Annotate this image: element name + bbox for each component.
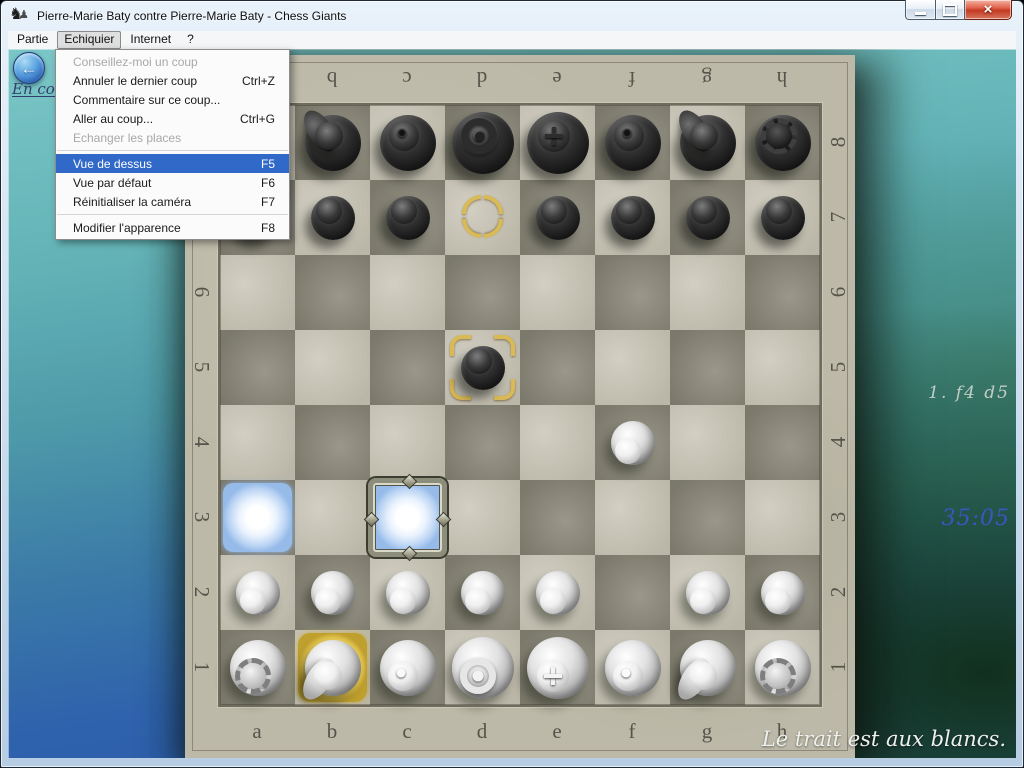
rank-label-left-3: 3 — [187, 502, 217, 532]
maximize-button[interactable] — [936, 0, 965, 20]
file-label-bottom-a: a — [242, 716, 272, 746]
menu-item[interactable]: Réinitialiser la caméra F7 — [56, 192, 289, 211]
file-label-top-e: e — [542, 64, 572, 94]
menu-item[interactable]: Vue de dessus F5 — [56, 154, 289, 173]
rank-label-right-8: 8 — [823, 127, 853, 157]
menu-item-shortcut: F5 — [237, 157, 275, 171]
menu-item[interactable]: Conseillez-moi un coup — [56, 52, 289, 71]
clock: 35:05 — [942, 506, 1010, 531]
rank-label-right-6: 6 — [823, 277, 853, 307]
file-label-bottom-e: e — [542, 716, 572, 746]
application-window: ♞ ♟ Pierre-Marie Baty contre Pierre-Mari… — [0, 0, 1024, 768]
file-label-top-c: c — [392, 64, 422, 94]
menu-bar: PartieEchiquierInternet? — [8, 31, 1016, 49]
menu-item-label: Annuler le dernier coup — [73, 74, 197, 88]
file-label-bottom-b: b — [317, 716, 347, 746]
echiquier-menu: Conseillez-moi un coup Annuler le dernier… — [55, 49, 290, 240]
file-label-bottom-g: g — [692, 716, 722, 746]
minimize-icon — [915, 12, 926, 15]
menu-item-shortcut: Ctrl+G — [216, 112, 275, 126]
rank-label-left-5: 5 — [187, 352, 217, 382]
turn-message: Le trait est aux blancs. — [762, 727, 1006, 751]
menu-item[interactable]: Annuler le dernier coup Ctrl+Z — [56, 71, 289, 90]
menu-item-label: Modifier l'apparence — [73, 221, 181, 235]
rank-label-left-1: 1 — [187, 652, 217, 682]
file-label-top-f: f — [617, 64, 647, 94]
menu-item-shortcut: F8 — [237, 221, 275, 235]
caption-buttons: × — [905, 0, 1012, 20]
app-icon: ♞ ♟ — [9, 7, 29, 25]
menu-item[interactable]: Modifier l'apparence F8 — [56, 218, 289, 237]
close-icon: × — [984, 2, 993, 17]
menu-item-shortcut: F7 — [237, 195, 275, 209]
rank-label-right-7: 7 — [823, 202, 853, 232]
move-list: 1. f4 d5 — [928, 383, 1010, 403]
maximize-icon — [943, 4, 957, 16]
menu-item[interactable]: Commentaire sur ce coup... — [56, 90, 289, 109]
rank-label-right-4: 4 — [823, 427, 853, 457]
menubar-item-aide[interactable]: ? — [180, 31, 201, 49]
menu-item-shortcut: Ctrl+Z — [218, 74, 275, 88]
menu-separator — [57, 150, 288, 151]
menu-item[interactable]: Aller au coup... Ctrl+G — [56, 109, 289, 128]
file-label-bottom-c: c — [392, 716, 422, 746]
menu-item-label: Conseillez-moi un coup — [73, 55, 198, 69]
rank-label-right-2: 2 — [823, 577, 853, 607]
menu-item-label: Vue de dessus — [73, 157, 152, 171]
menu-item-label: Vue par défaut — [73, 176, 151, 190]
menubar-item-partie[interactable]: Partie — [10, 31, 55, 49]
rank-label-right-3: 3 — [823, 502, 853, 532]
minimize-button[interactable] — [905, 0, 936, 20]
rank-label-right-5: 5 — [823, 352, 853, 382]
menubar-item-internet[interactable]: Internet — [123, 31, 178, 49]
menu-item-label: Aller au coup... — [73, 112, 153, 126]
menu-item-label: Commentaire sur ce coup... — [73, 93, 220, 107]
file-label-bottom-d: d — [467, 716, 497, 746]
file-label-top-b: b — [317, 64, 347, 94]
close-button[interactable]: × — [965, 0, 1012, 20]
rank-label-right-1: 1 — [823, 652, 853, 682]
menu-item-label: Echanger les places — [73, 131, 181, 145]
playing-area-border — [218, 103, 822, 707]
window-title: Pierre-Marie Baty contre Pierre-Marie Ba… — [37, 9, 346, 23]
rank-label-left-2: 2 — [187, 577, 217, 607]
pawn-icon: ♟ — [19, 8, 29, 21]
menu-separator — [57, 214, 288, 215]
rank-label-left-4: 4 — [187, 427, 217, 457]
rank-label-left-6: 6 — [187, 277, 217, 307]
menu-item[interactable]: Echanger les places — [56, 128, 289, 147]
menubar-item-echiquier[interactable]: Echiquier — [57, 31, 121, 49]
file-label-top-g: g — [692, 64, 722, 94]
title-bar[interactable]: ♞ ♟ Pierre-Marie Baty contre Pierre-Mari… — [0, 0, 1024, 31]
file-label-bottom-f: f — [617, 716, 647, 746]
menu-item[interactable]: Vue par défaut F6 — [56, 173, 289, 192]
file-label-top-d: d — [467, 64, 497, 94]
back-arrow-icon: ← — [21, 60, 38, 77]
file-label-top-h: h — [767, 64, 797, 94]
menu-item-label: Réinitialiser la caméra — [73, 195, 191, 209]
menu-item-shortcut: F6 — [237, 176, 275, 190]
